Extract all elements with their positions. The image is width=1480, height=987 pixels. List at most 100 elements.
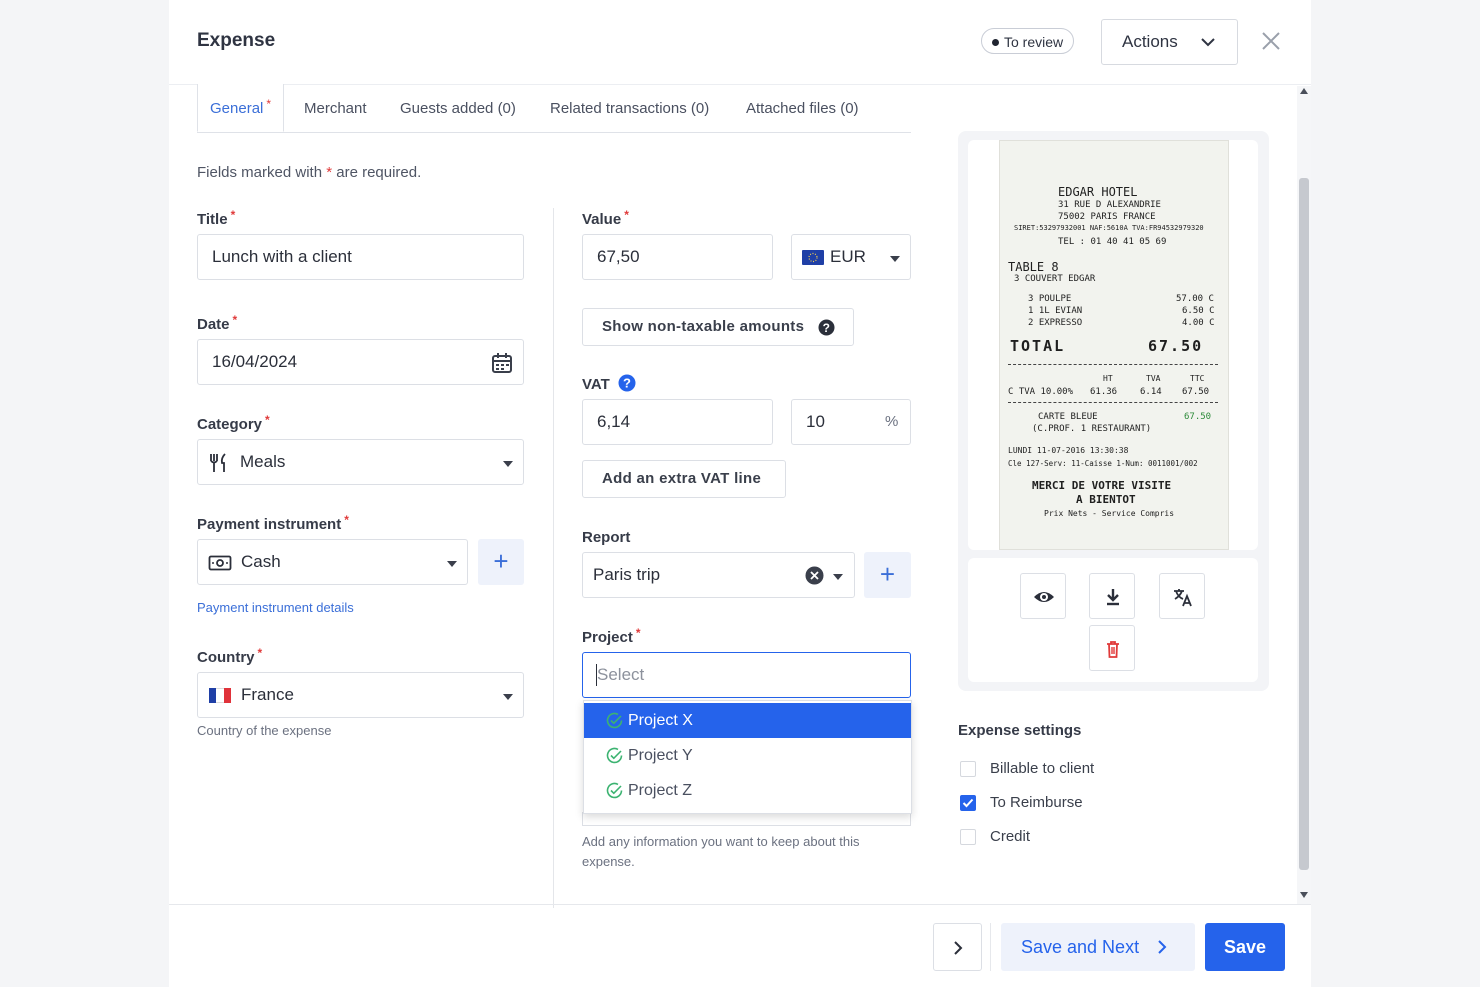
required-marker: * bbox=[326, 164, 333, 181]
vat-amount-input[interactable]: 6,14 bbox=[582, 399, 773, 445]
project-option-label: Project Y bbox=[628, 747, 693, 764]
footer-divider bbox=[169, 904, 1311, 905]
scrollbar-thumb[interactable] bbox=[1299, 178, 1309, 870]
status-badge[interactable]: To review bbox=[981, 28, 1075, 54]
info-icon[interactable]: ? bbox=[618, 374, 636, 392]
project-option[interactable]: Project X bbox=[584, 703, 911, 738]
actions-label: Actions bbox=[1122, 32, 1178, 51]
receipt-image[interactable]: EDGAR HOTEL 31 RUE D ALEXANDRIE 75002 PA… bbox=[999, 140, 1229, 550]
tab-related-transactions[interactable]: Related transactions (0) bbox=[550, 84, 709, 132]
receipt-thanks: MERCI DE VOTRE VISITE bbox=[1032, 479, 1172, 492]
save-button[interactable]: Save bbox=[1205, 923, 1285, 971]
required-marker: * bbox=[635, 626, 641, 640]
receipt-item: 1 1L EVIAN bbox=[1028, 306, 1083, 316]
tab-general[interactable]: General * bbox=[197, 84, 285, 132]
value-amount: 67,50 bbox=[597, 247, 640, 266]
vat-rate: 10 bbox=[806, 412, 825, 431]
clear-icon[interactable] bbox=[805, 566, 824, 585]
title-label: Title * bbox=[197, 208, 236, 228]
required-note-suffix: are required. bbox=[336, 164, 422, 181]
calendar-icon[interactable] bbox=[491, 352, 513, 374]
eu-flag-icon bbox=[802, 250, 824, 265]
chevron-down-icon bbox=[1201, 38, 1215, 47]
project-option[interactable]: Project Y bbox=[584, 738, 911, 773]
receipt-table: TABLE 8 bbox=[1008, 260, 1059, 274]
tab-merchant[interactable]: Merchant bbox=[304, 84, 367, 132]
date-input[interactable]: 16/04/2024 bbox=[197, 339, 524, 385]
actions-button[interactable]: Actions bbox=[1101, 19, 1238, 65]
notes-help: Add any information you want to keep abo… bbox=[582, 834, 860, 869]
close-icon[interactable] bbox=[1258, 28, 1284, 54]
receipt-separator bbox=[1008, 364, 1218, 365]
country-select[interactable]: France bbox=[197, 672, 524, 718]
add-report-button[interactable]: + bbox=[864, 552, 911, 598]
project-option[interactable]: Project Z bbox=[584, 773, 911, 808]
category-select[interactable]: Meals bbox=[197, 439, 524, 485]
receipt-siret: SIRET:53297932001 NAF:5610A TVA:FR945329… bbox=[1014, 224, 1204, 232]
check-circle-icon bbox=[606, 782, 623, 799]
translate-button[interactable] bbox=[1159, 573, 1205, 619]
report-label: Report bbox=[582, 529, 631, 546]
required-marker: * bbox=[257, 646, 263, 660]
required-marker: * bbox=[230, 208, 236, 222]
caret-down-icon bbox=[833, 574, 843, 580]
report-select[interactable]: Paris trip bbox=[582, 552, 855, 598]
next-expense-button[interactable] bbox=[933, 923, 982, 971]
check-icon bbox=[962, 798, 974, 808]
payment-label-text: Payment instrument bbox=[197, 516, 342, 533]
required-marker: * bbox=[344, 513, 349, 527]
receipt-hotel: EDGAR HOTEL bbox=[1058, 185, 1138, 199]
caret-down-icon bbox=[503, 694, 513, 700]
category-label-text: Category bbox=[197, 416, 263, 433]
notes-textarea[interactable] bbox=[582, 812, 911, 826]
date-value: 16/04/2024 bbox=[212, 352, 298, 371]
delete-button[interactable] bbox=[1089, 625, 1135, 671]
scroll-down-icon[interactable] bbox=[1300, 892, 1308, 898]
modal-title: Expense bbox=[197, 30, 276, 51]
required-marker: * bbox=[624, 208, 629, 222]
category-value: Meals bbox=[240, 452, 286, 471]
receipt-vat-head: TVA bbox=[1146, 374, 1161, 383]
billable-checkbox[interactable] bbox=[960, 761, 976, 777]
value-label: Value * bbox=[582, 208, 629, 228]
view-button[interactable] bbox=[1020, 573, 1066, 619]
receipt-item: 3 POULPE bbox=[1028, 294, 1072, 304]
scroll-up-icon[interactable] bbox=[1300, 88, 1308, 94]
to-reimburse-label: To Reimburse bbox=[990, 794, 1083, 811]
to-reimburse-checkbox[interactable] bbox=[960, 795, 976, 811]
vat-rate-input[interactable]: 10 % bbox=[791, 399, 911, 445]
check-circle-icon bbox=[606, 747, 623, 764]
receipt-date: LUNDI 11-07-2016 13:30:38 bbox=[1008, 446, 1129, 455]
caret-down-icon bbox=[890, 256, 900, 262]
tab-guests[interactable]: Guests added (0) bbox=[400, 84, 516, 132]
date-label-text: Date bbox=[197, 316, 230, 333]
currency-select[interactable]: EUR bbox=[791, 234, 911, 280]
svg-text:?: ? bbox=[623, 376, 631, 391]
required-marker: * bbox=[265, 413, 270, 427]
project-search-input[interactable]: Select bbox=[582, 652, 911, 698]
save-and-next-button[interactable]: Save and Next bbox=[1001, 923, 1195, 971]
download-button[interactable] bbox=[1089, 573, 1135, 619]
required-note: Fields marked with * are required. bbox=[197, 164, 421, 181]
receipt-card: (C.PROF. 1 RESTAURANT) bbox=[1032, 424, 1152, 434]
payment-instrument-details-link[interactable]: Payment instrument details bbox=[197, 600, 354, 615]
value-input[interactable]: 67,50 bbox=[582, 234, 773, 280]
receipt-card-amount: 67.50 bbox=[1184, 412, 1212, 422]
country-label: Country * bbox=[197, 646, 263, 666]
add-payment-instrument-button[interactable]: + bbox=[478, 539, 524, 585]
credit-checkbox[interactable] bbox=[960, 829, 976, 845]
receipt-vat-ttc: 67.50 bbox=[1182, 387, 1210, 397]
country-value: France bbox=[241, 685, 294, 704]
receipt-separator bbox=[1008, 402, 1218, 403]
caret-down-icon bbox=[447, 561, 457, 567]
receipt-price: 57.00 C bbox=[1176, 294, 1214, 304]
payment-instrument-select[interactable]: Cash bbox=[197, 539, 468, 585]
tab-attached-files[interactable]: Attached files (0) bbox=[746, 84, 859, 132]
show-non-taxable-button[interactable]: Show non-taxable amounts ? bbox=[582, 308, 854, 346]
add-extra-vat-button[interactable]: Add an extra VAT line bbox=[582, 460, 786, 498]
receipt-footer: Prix Nets - Service Compris bbox=[1044, 509, 1175, 518]
billable-label: Billable to client bbox=[990, 760, 1095, 777]
title-input[interactable]: Lunch with a client bbox=[197, 234, 524, 280]
cutlery-icon bbox=[210, 453, 226, 472]
status-label: To review bbox=[1004, 34, 1064, 50]
